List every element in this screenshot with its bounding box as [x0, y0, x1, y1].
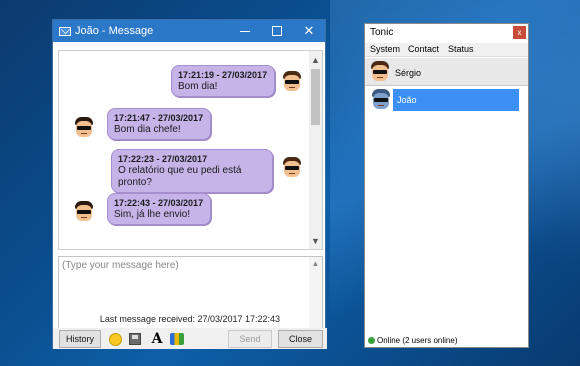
contact-name: João: [397, 95, 417, 105]
sergio-avatar: [281, 157, 303, 179]
envelope-icon: [59, 26, 71, 36]
emoticon-button[interactable]: [107, 331, 123, 347]
joao-avatar: [73, 201, 95, 223]
message-text: Sim, já lhe envio!: [114, 209, 191, 220]
message-window: João - Message ✕ 17:21:19 - 27/03/2017 B…: [52, 19, 327, 349]
tonic-status-bar: Online (2 users online): [365, 335, 528, 347]
close-window-button[interactable]: ✕: [293, 20, 325, 42]
message-timestamp: 17:22:43 - 27/03/2017: [114, 198, 204, 208]
message-timestamp: 17:21:47 - 27/03/2017: [114, 113, 204, 123]
history-button[interactable]: History: [59, 330, 101, 348]
scroll-up-icon[interactable]: ▲: [309, 259, 322, 268]
input-placeholder: (Type your message here): [62, 260, 179, 271]
message-toolbar: History A Send Close: [53, 328, 327, 349]
color-button[interactable]: [169, 331, 185, 347]
current-user-name: Sérgio: [395, 68, 422, 78]
tonic-title: Tonic: [370, 27, 394, 38]
window-title: João - Message: [75, 25, 154, 37]
contact-item-joao[interactable]: João: [393, 89, 519, 111]
message-text: Bom dia chefe!: [114, 124, 181, 135]
tonic-close-button[interactable]: x: [513, 26, 526, 39]
menu-contact[interactable]: Contact: [408, 44, 439, 54]
minimize-icon: [240, 30, 250, 32]
joao-avatar: [73, 117, 95, 139]
message-window-titlebar[interactable]: João - Message ✕: [53, 20, 325, 42]
tonic-titlebar[interactable]: Tonic x: [365, 24, 528, 42]
message-bubble: 17:21:47 - 27/03/2017 Bom dia chefe!: [107, 108, 211, 140]
contact-list: João: [365, 86, 528, 336]
save-button[interactable]: [127, 331, 143, 347]
close-icon: ✕: [303, 23, 315, 38]
menu-system[interactable]: System: [370, 44, 400, 54]
minimize-button[interactable]: [229, 20, 261, 42]
message-text: Bom dia!: [178, 81, 218, 92]
maximize-button[interactable]: [261, 20, 293, 42]
chat-scrollbar[interactable]: ▲ ▼: [309, 51, 322, 249]
scroll-up-icon[interactable]: ▲: [309, 53, 322, 66]
tonic-window: Tonic x System Contact Status Sérgio Joã…: [364, 23, 529, 348]
current-user[interactable]: Sérgio: [365, 58, 528, 86]
smiley-icon: [108, 332, 122, 346]
font-button[interactable]: A: [149, 331, 165, 347]
maximize-icon: [272, 26, 282, 36]
scroll-thumb[interactable]: [311, 69, 320, 125]
message-timestamp: 17:21:19 - 27/03/2017: [178, 70, 268, 80]
menu-status[interactable]: Status: [448, 44, 474, 54]
message-bubble: 17:22:43 - 27/03/2017 Sim, já lhe envio!: [107, 193, 211, 225]
joao-contact-avatar: [370, 89, 392, 111]
online-status-text: Online (2 users online): [377, 336, 458, 345]
sergio-avatar: [281, 71, 303, 93]
message-bubble: 17:22:23 - 27/03/2017 O relatório que eu…: [111, 149, 273, 193]
font-icon: A: [151, 331, 163, 347]
close-button[interactable]: Close: [278, 330, 323, 348]
color-palette-icon: [170, 333, 184, 345]
message-timestamp: 17:22:23 - 27/03/2017: [118, 154, 208, 164]
message-text: O relatório que eu pedi está pronto?: [118, 165, 242, 188]
last-message-status: Last message received: 27/03/2017 17:22:…: [99, 314, 281, 324]
chat-history[interactable]: 17:21:19 - 27/03/2017 Bom dia! 17:21:47 …: [58, 50, 323, 250]
scroll-down-icon[interactable]: ▼: [309, 234, 322, 247]
tonic-menubar: System Contact Status: [365, 43, 528, 57]
sergio-avatar: [369, 61, 391, 83]
message-bubble: 17:21:19 - 27/03/2017 Bom dia!: [171, 65, 275, 97]
floppy-disk-icon: [129, 333, 141, 345]
send-button[interactable]: Send: [228, 330, 272, 348]
online-status-icon: [368, 337, 375, 344]
